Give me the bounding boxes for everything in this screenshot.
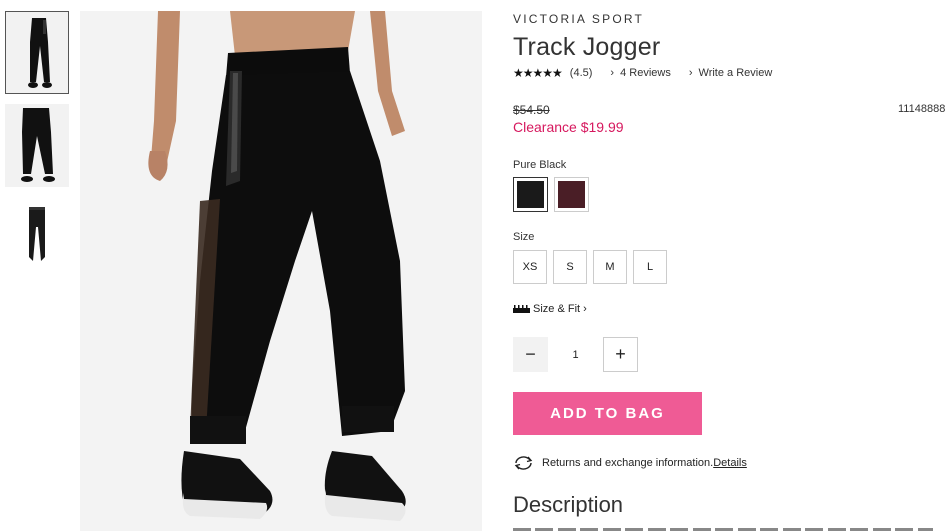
reviews-link[interactable]: 4 Reviews: [620, 67, 671, 79]
quantity-stepper: − 1 +: [513, 337, 638, 372]
product-sku: 11148888: [898, 103, 946, 115]
size-options: XS S M L: [513, 250, 667, 284]
main-product-image[interactable]: [80, 11, 482, 531]
swatch-color: [558, 181, 585, 208]
swatch-burgundy[interactable]: [554, 177, 589, 212]
thumbnail-model-back[interactable]: [5, 104, 69, 187]
description-heading: Description: [513, 492, 624, 517]
size-fit-label: Size & Fit: [533, 303, 581, 315]
sale-price: Clearance $19.99: [513, 119, 624, 135]
add-to-bag-button[interactable]: ADD TO BAG: [513, 392, 702, 435]
quantity-increase-button[interactable]: +: [603, 337, 638, 372]
size-l-button[interactable]: L: [633, 250, 667, 284]
description-text-cutoff: [513, 524, 933, 531]
product-title: Track Jogger: [513, 33, 661, 61]
selected-color-label: Pure Black: [513, 159, 567, 171]
product-details: VICTORIA SPORT Track Jogger ★★★★★ (4.5) …: [513, 0, 950, 531]
chevron-right-icon: ›: [583, 303, 587, 315]
chevron-right-icon: ›: [688, 67, 693, 79]
rating-row: ★★★★★ (4.5) › 4 Reviews › Write a Review: [513, 66, 772, 80]
ruler-icon: [513, 305, 530, 313]
quantity-decrease-button[interactable]: −: [513, 337, 548, 372]
thumbnail-model-front[interactable]: [5, 11, 69, 94]
exchange-icon: [514, 456, 533, 470]
size-m-button[interactable]: M: [593, 250, 627, 284]
size-s-button[interactable]: S: [553, 250, 587, 284]
thumbnail-flat[interactable]: [5, 197, 69, 280]
size-fit-link[interactable]: Size & Fit ›: [513, 303, 587, 315]
size-xs-button[interactable]: XS: [513, 250, 547, 284]
brand-name: VICTORIA SPORT: [513, 12, 645, 26]
write-review-link[interactable]: Write a Review: [699, 67, 773, 79]
returns-info: Returns and exchange information. Detail…: [513, 455, 747, 471]
swatch-pure-black[interactable]: [513, 177, 548, 212]
swatch-color: [517, 181, 544, 208]
returns-details-link[interactable]: Details: [713, 457, 747, 469]
chevron-right-icon: ›: [610, 67, 615, 79]
original-price: $54.50: [513, 103, 550, 117]
rating-stars-icon: ★★★★★: [513, 66, 563, 80]
rating-value: (4.5): [569, 67, 593, 79]
color-swatches: [513, 177, 589, 212]
thumbnail-strip: [5, 11, 69, 290]
quantity-value[interactable]: 1: [548, 349, 603, 361]
returns-text: Returns and exchange information.: [542, 457, 714, 469]
size-label: Size: [513, 231, 535, 243]
